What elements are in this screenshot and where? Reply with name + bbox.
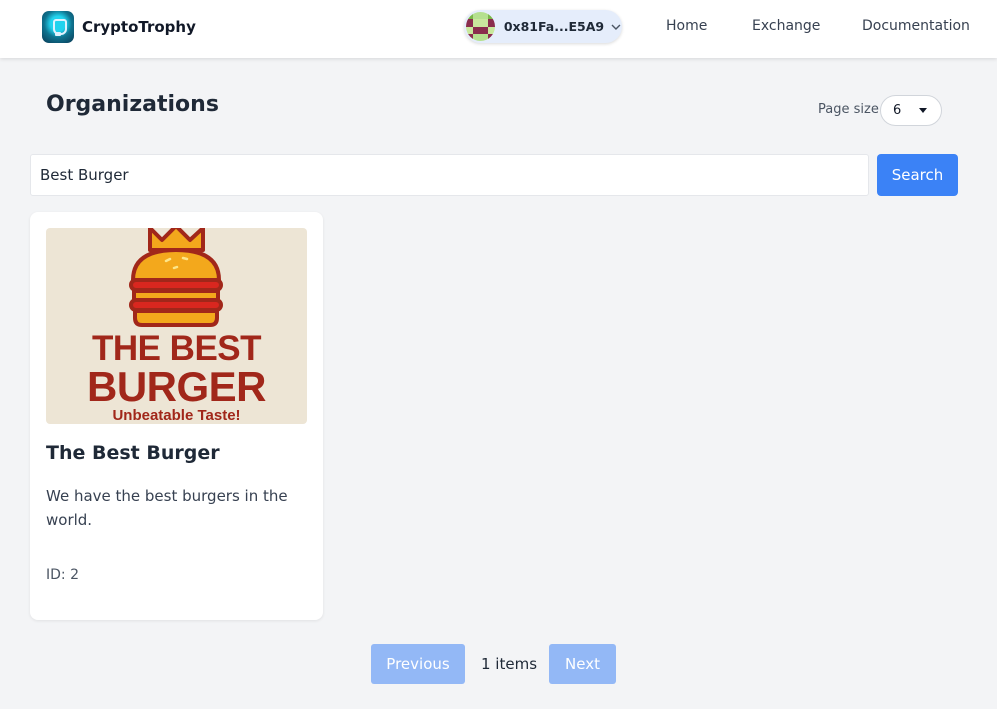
nav-exchange[interactable]: Exchange [752, 18, 820, 34]
page-size-select[interactable]: 6 [880, 95, 942, 126]
identicon-avatar [466, 12, 495, 41]
items-count: 1 items [481, 655, 538, 673]
logo-text-line2: BURGER [86, 363, 267, 410]
nav-documentation[interactable]: Documentation [862, 18, 970, 34]
organization-description: We have the best burgers in the world. [46, 487, 288, 529]
wallet-address: 0x81Fa...E5A9 [503, 19, 605, 34]
brand-link[interactable]: CryptoTrophy [42, 11, 196, 43]
page-title: Organizations [46, 92, 219, 117]
top-navbar: CryptoTrophy 0x81Fa...E5A9 Home Exchange… [0, 0, 997, 58]
search-button[interactable]: Search [877, 154, 958, 196]
nav-home[interactable]: Home [666, 18, 707, 34]
organization-card[interactable]: THE BEST BURGER Unbeatable Taste! The Be… [30, 212, 323, 620]
search-input[interactable] [30, 154, 869, 196]
previous-page-button[interactable]: Previous [371, 644, 465, 684]
caret-down-icon [919, 108, 927, 113]
page-size-value: 6 [893, 103, 902, 118]
next-page-button[interactable]: Next [549, 644, 616, 684]
wallet-account-button[interactable]: 0x81Fa...E5A9 [464, 10, 622, 43]
trophy-logo-icon [42, 11, 74, 43]
burger-illustration [129, 228, 223, 327]
organization-id: ID: 2 [46, 567, 79, 583]
organization-name: The Best Burger [46, 442, 220, 464]
chevron-down-icon [611, 24, 621, 30]
organization-logo-image: THE BEST BURGER Unbeatable Taste! [46, 228, 307, 424]
page-size-label: Page size [818, 102, 879, 117]
logo-tagline: Unbeatable Taste! [112, 407, 241, 424]
brand-name: CryptoTrophy [82, 18, 196, 36]
